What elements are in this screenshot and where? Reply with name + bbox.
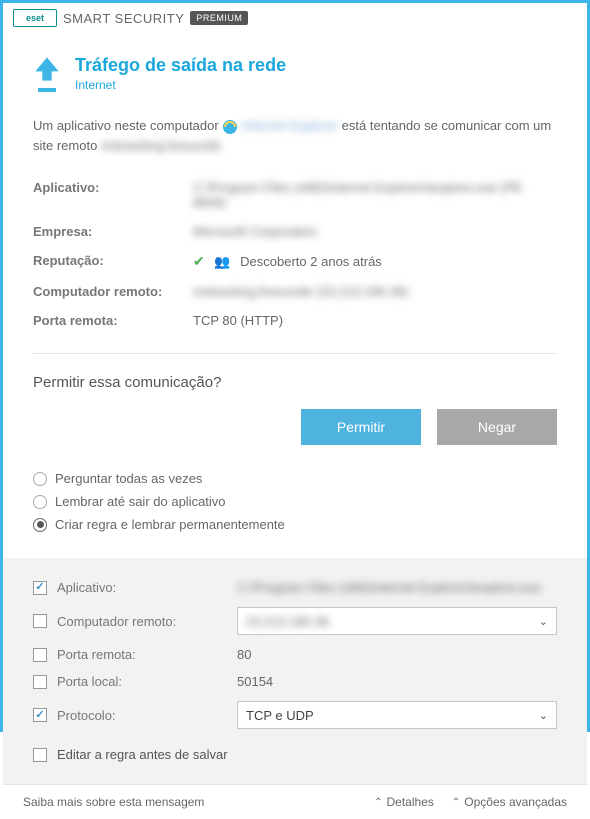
radio-create-rule-label: Criar regra e lembrar permanentemente	[55, 517, 285, 532]
reputation-value: ✔ 👥 Descoberto 2 anos atrás	[193, 253, 557, 270]
title-bar: eset SMART SECURITY PREMIUM	[3, 3, 587, 33]
radio-ask[interactable]: Perguntar todas as vezes	[33, 467, 557, 490]
radio-icon	[33, 495, 47, 509]
rule-edit-label: Editar a regra antes de salvar	[57, 747, 228, 762]
learn-more-link[interactable]: Saiba mais sobre esta mensagem	[23, 795, 204, 809]
radio-ask-label: Perguntar todas as vezes	[55, 471, 202, 486]
chk-remote-port[interactable]	[33, 648, 47, 662]
company-value: Microsoft Corporation	[193, 224, 557, 239]
prompt-text: Permitir essa comunicação?	[33, 374, 557, 391]
details-label: Detalhes	[387, 795, 434, 809]
advanced-toggle[interactable]: ⌃ Opções avançadas	[452, 795, 567, 809]
people-icon: 👥	[214, 254, 230, 269]
check-icon: ✔	[193, 253, 205, 269]
app-label: Aplicativo:	[33, 180, 193, 210]
protocol-dropdown[interactable]: TCP e UDP ⌄	[237, 701, 557, 729]
remote-port-label: Porta remota:	[33, 313, 193, 328]
advanced-label: Opções avançadas	[464, 795, 567, 809]
chk-protocol[interactable]	[33, 708, 47, 722]
radio-remember-app[interactable]: Lembrar até sair do aplicativo	[33, 490, 557, 513]
allow-button[interactable]: Permitir	[301, 409, 421, 445]
edition-badge: PREMIUM	[190, 11, 248, 25]
header: Tráfego de saída na rede Internet	[33, 55, 557, 92]
reputation-label: Reputação:	[33, 253, 193, 270]
rule-local-port-value: 50154	[237, 674, 557, 689]
eset-logo: eset	[13, 9, 57, 27]
radio-icon	[33, 518, 47, 532]
chevron-up-icon: ⌃	[452, 797, 460, 808]
chevron-down-icon: ⌄	[539, 615, 548, 628]
content-area: Tráfego de saída na rede Internet Um apl…	[3, 33, 587, 784]
radio-remember-app-label: Lembrar até sair do aplicativo	[55, 494, 226, 509]
remote-port-value: TCP 80 (HTTP)	[193, 313, 557, 328]
remote-value: mstracking.liveuxsite (23.213.180.36)	[193, 284, 557, 299]
dialog-subtitle: Internet	[75, 78, 286, 92]
rule-app-value: C:\Program Files (x86)\Internet Explorer…	[237, 580, 557, 595]
info-grid: Aplicativo: C:\Program Files (x86)\Inter…	[33, 173, 557, 335]
chk-edit-before-save[interactable]	[33, 748, 47, 762]
reputation-text: Descoberto 2 anos atrás	[240, 254, 382, 269]
outbound-arrow-icon	[33, 55, 61, 89]
remote-dropdown-value: 23.213.180.36	[246, 614, 329, 629]
rule-remote-label: Computador remoto:	[57, 614, 227, 629]
desc-site-blurred: mstracking.liveuxsite	[101, 138, 221, 153]
rule-local-port-label: Porta local:	[57, 674, 227, 689]
chk-local-port[interactable]	[33, 675, 47, 689]
radio-create-rule[interactable]: Criar regra e lembrar permanentemente	[33, 513, 557, 536]
chevron-up-icon: ⌃	[374, 797, 382, 808]
firewall-dialog: eset SMART SECURITY PREMIUM Tráfego de s…	[0, 0, 590, 732]
app-value: C:\Program Files (x86)\Internet Explorer…	[193, 180, 557, 210]
deny-button[interactable]: Negar	[437, 409, 557, 445]
product-name: SMART SECURITY	[63, 11, 184, 26]
protocol-dropdown-value: TCP e UDP	[246, 708, 314, 723]
chevron-down-icon: ⌄	[539, 709, 548, 722]
company-label: Empresa:	[33, 224, 193, 239]
chk-app[interactable]	[33, 581, 47, 595]
divider	[33, 353, 557, 354]
details-toggle[interactable]: ⌃ Detalhes	[374, 795, 434, 809]
remote-dropdown[interactable]: 23.213.180.36 ⌄	[237, 607, 557, 635]
chk-remote[interactable]	[33, 614, 47, 628]
remember-options: Perguntar todas as vezes Lembrar até sai…	[33, 467, 557, 536]
radio-icon	[33, 472, 47, 486]
desc-app-blurred: Internet Explorer	[242, 118, 338, 133]
rule-panel: Aplicativo: C:\Program Files (x86)\Inter…	[3, 558, 587, 784]
description: Um aplicativo neste computador Internet …	[33, 116, 557, 155]
action-buttons: Permitir Negar	[33, 409, 557, 445]
rule-remote-port-value: 80	[237, 647, 557, 662]
desc-prefix: Um aplicativo neste computador	[33, 118, 222, 133]
rule-app-label: Aplicativo:	[57, 580, 227, 595]
dialog-title: Tráfego de saída na rede	[75, 55, 286, 76]
remote-label: Computador remoto:	[33, 284, 193, 299]
rule-protocol-label: Protocolo:	[57, 708, 227, 723]
footer: Saiba mais sobre esta mensagem ⌃ Detalhe…	[3, 784, 587, 819]
ie-icon	[222, 119, 238, 135]
rule-remote-port-label: Porta remota:	[57, 647, 227, 662]
